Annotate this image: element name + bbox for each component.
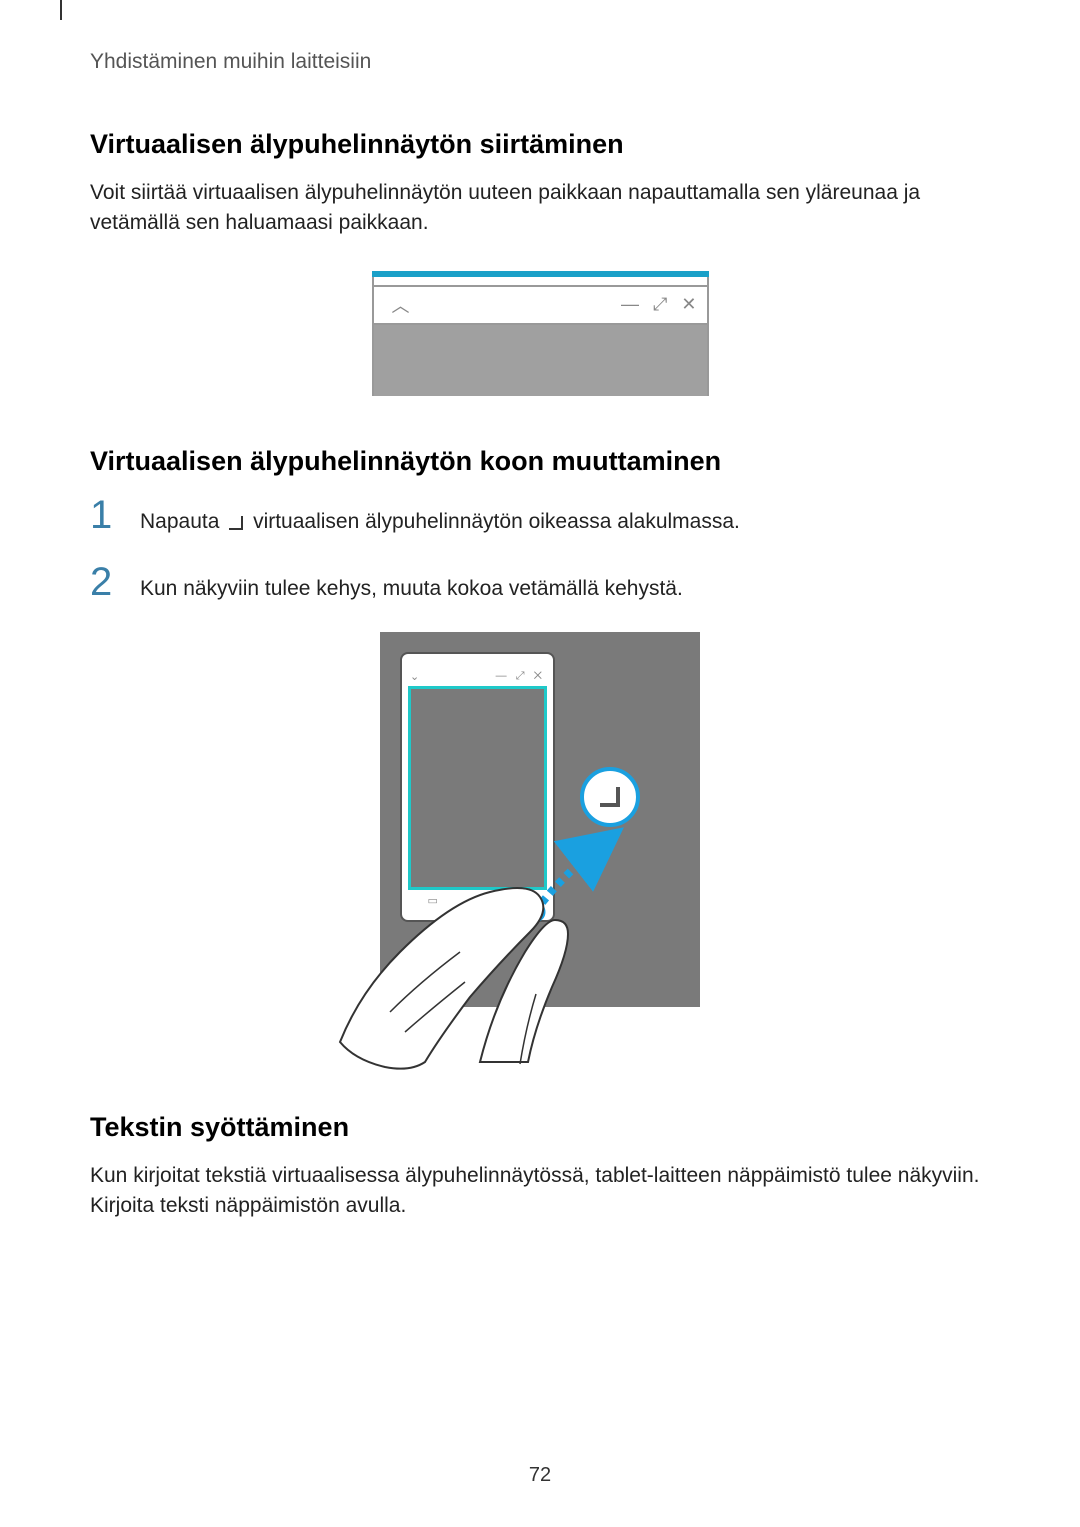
section-body-text-input: Kun kirjoitat tekstiä virtuaalisessa äly…: [90, 1161, 990, 1222]
step-2: 2 Kun näkyviin tulee kehys, muuta kokoa …: [90, 562, 990, 604]
close-icon: ✕: [681, 294, 696, 315]
section-heading-resize: Virtuaalisen älypuhelinnäytön koon muutt…: [90, 446, 990, 477]
section-heading-move: Virtuaalisen älypuhelinnäytön siirtämine…: [90, 129, 990, 160]
illustration-resize-gesture: ⌄— ⤢ ✕ ▭◇⋮: [90, 632, 990, 1052]
minimize-icon: —: [496, 670, 510, 682]
hands-illustration: [330, 752, 630, 1072]
section-heading-text-input: Tekstin syöttäminen: [90, 1112, 990, 1143]
step-number-2: 2: [90, 562, 140, 602]
step-1-text: Napauta virtuaalisen älypuhelinnäytön oi…: [140, 497, 740, 538]
illustration-drag-titlebar: ︿ — ⤢ ✕: [90, 271, 990, 396]
chevron-up-icon: ︿: [392, 292, 410, 318]
chevron-down-icon: ⌄: [410, 670, 419, 683]
page-number: 72: [0, 1464, 1080, 1487]
close-icon: ✕: [534, 670, 545, 682]
page-top-marker: [60, 0, 62, 20]
section-body-move: Voit siirtää virtuaalisen älypuhelinnäyt…: [90, 178, 990, 239]
step-number-1: 1: [90, 495, 140, 535]
numbered-steps: 1 Napauta virtuaalisen älypuhelinnäytön …: [90, 495, 990, 604]
page-content: Yhdistäminen muihin laitteisiin Virtuaal…: [0, 0, 1080, 1222]
minimize-icon: —: [621, 294, 639, 315]
expand-icon: ⤢: [653, 294, 667, 315]
expand-icon: ⤢: [516, 670, 528, 682]
resize-corner-icon: [229, 507, 243, 537]
step-2-text: Kun näkyviin tulee kehys, muuta kokoa ve…: [140, 564, 683, 604]
step-1: 1 Napauta virtuaalisen älypuhelinnäytön …: [90, 495, 990, 538]
breadcrumb: Yhdistäminen muihin laitteisiin: [90, 50, 990, 74]
